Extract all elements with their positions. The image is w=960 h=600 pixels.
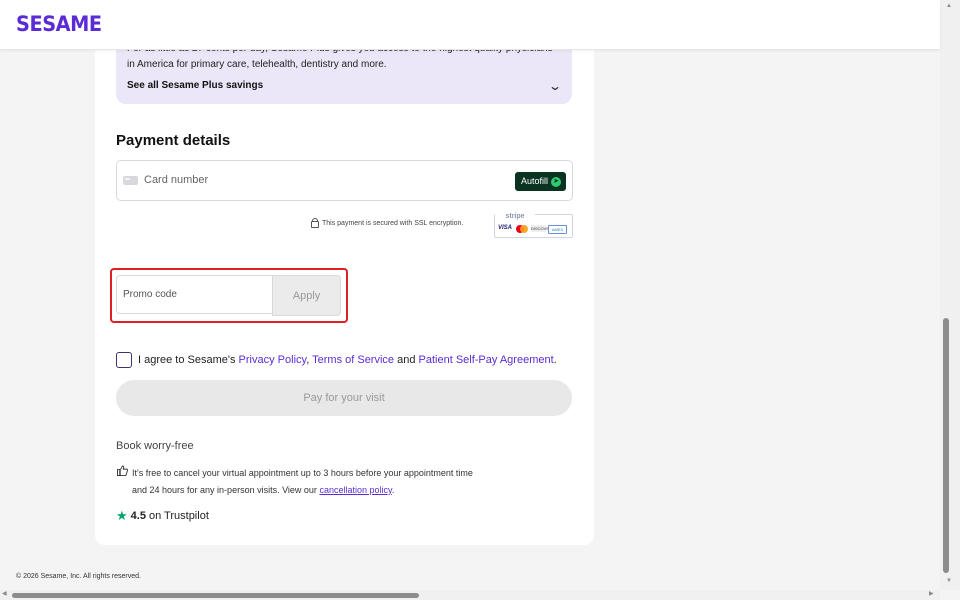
trustpilot-label: on Trustpilot: [148, 510, 209, 522]
cancellation-suffix: .: [391, 485, 395, 495]
arrow-right-icon: ➤: [551, 176, 561, 187]
promo-code-input[interactable]: [116, 275, 273, 314]
pay-for-visit-button[interactable]: Pay for your visit: [116, 380, 572, 416]
self-pay-agreement-link[interactable]: Patient Self-Pay Agreement: [419, 354, 554, 366]
sesame-logo[interactable]: SESAME: [16, 12, 102, 36]
agreement-and: and: [394, 354, 419, 366]
scroll-up-icon[interactable]: ▲: [946, 3, 952, 9]
lock-icon: [311, 218, 319, 228]
trustpilot-rating: ★ 4.5 on Trustpilot: [116, 508, 209, 524]
terms-of-service-link[interactable]: Terms of Service: [312, 354, 394, 366]
thumbs-up-icon: [117, 465, 128, 476]
autofill-label: Autofill: [520, 176, 548, 186]
card-number-field[interactable]: Card number Autofill ➤: [116, 160, 573, 201]
worry-free-heading: Book worry-free: [116, 440, 194, 452]
agreement-comma: ,: [306, 354, 310, 366]
amex-logo: AMEX: [548, 225, 567, 234]
ssl-notice-text: This payment is secured with SSL encrypt…: [322, 220, 464, 227]
credit-card-icon: [123, 176, 138, 185]
star-icon: ★: [116, 508, 128, 523]
discover-logo: DISCOVER: [531, 225, 552, 232]
stripe-badge: stripe VISA DISCOVER AMEX: [494, 213, 573, 238]
footer-copyright: © 2026 Sesame, Inc. All rights reserved.: [16, 573, 141, 580]
vertical-scroll-thumb[interactable]: [943, 318, 949, 573]
top-header: SESAME: [0, 0, 940, 50]
agreement-suffix: .: [553, 354, 557, 366]
horizontal-scroll-thumb[interactable]: [12, 593, 419, 598]
horizontal-scrollbar[interactable]: ◀ ▶: [0, 590, 940, 600]
payment-details-heading: Payment details: [116, 132, 231, 149]
card-number-placeholder: Card number: [144, 174, 209, 186]
stripe-logo: stripe: [495, 213, 535, 220]
mastercard-logo: [515, 225, 529, 233]
scroll-right-icon[interactable]: ▶: [929, 590, 934, 597]
agreement-checkbox[interactable]: [116, 352, 132, 368]
vertical-scrollbar[interactable]: ▲ ▼: [940, 0, 960, 590]
ssl-notice: This payment is secured with SSL encrypt…: [311, 218, 464, 228]
apply-promo-button[interactable]: Apply: [272, 275, 341, 316]
cancellation-text: It's free to cancel your virtual appoint…: [132, 468, 473, 495]
autofill-button[interactable]: Autofill ➤: [514, 172, 566, 191]
cancellation-info: It's free to cancel your virtual appoint…: [132, 465, 482, 499]
scroll-down-icon[interactable]: ▼: [946, 578, 952, 584]
agreement-row: I agree to Sesame's Privacy Policy, Term…: [116, 352, 557, 368]
see-all-savings-toggle[interactable]: See all Sesame Plus savings: [127, 80, 263, 91]
cancellation-policy-link[interactable]: cancellation policy: [319, 485, 391, 495]
visa-logo: VISA: [498, 225, 513, 231]
scroll-left-icon[interactable]: ◀: [2, 590, 7, 597]
trustpilot-score: 4.5: [130, 510, 146, 522]
chevron-down-icon[interactable]: ⌄: [548, 79, 562, 93]
privacy-policy-link[interactable]: Privacy Policy: [239, 354, 307, 366]
agreement-prefix: I agree to Sesame's: [138, 354, 239, 366]
